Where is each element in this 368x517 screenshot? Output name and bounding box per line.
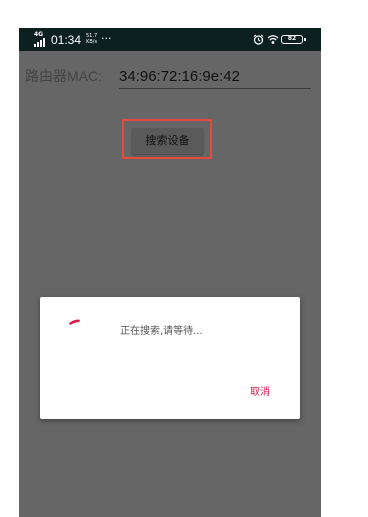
searching-dialog: 正在搜索,请等待... 取消 xyxy=(40,297,300,419)
battery-icon: 82 xyxy=(281,35,306,44)
page: 4G 01:34 51.7 KB/s ··· 82 路由器MAC: 34:96:… xyxy=(0,0,368,517)
search-devices-button[interactable]: 搜索设备 xyxy=(132,128,203,154)
status-time: 01:34 xyxy=(51,33,82,47)
cancel-button[interactable]: 取消 xyxy=(250,386,270,400)
more-notifications-indicator: ··· xyxy=(101,32,112,45)
battery-level: 82 xyxy=(287,35,297,42)
alarm-icon xyxy=(253,34,264,45)
network-speed-unit: KB/s xyxy=(86,39,98,45)
loading-spinner-icon xyxy=(69,319,80,325)
wifi-icon xyxy=(267,35,279,44)
phone-screen: 4G 01:34 51.7 KB/s ··· 82 路由器MAC: 34:96:… xyxy=(19,28,321,517)
mac-input[interactable]: 34:96:72:16:9e:42 xyxy=(119,66,311,89)
dialog-message: 正在搜索,请等待... xyxy=(120,326,203,337)
status-bar: 4G 01:34 51.7 KB/s ··· 82 xyxy=(19,28,321,51)
network-speed: 51.7 KB/s xyxy=(86,33,97,45)
signal-icon xyxy=(34,38,45,47)
mac-label: 路由器MAC: xyxy=(25,68,102,84)
